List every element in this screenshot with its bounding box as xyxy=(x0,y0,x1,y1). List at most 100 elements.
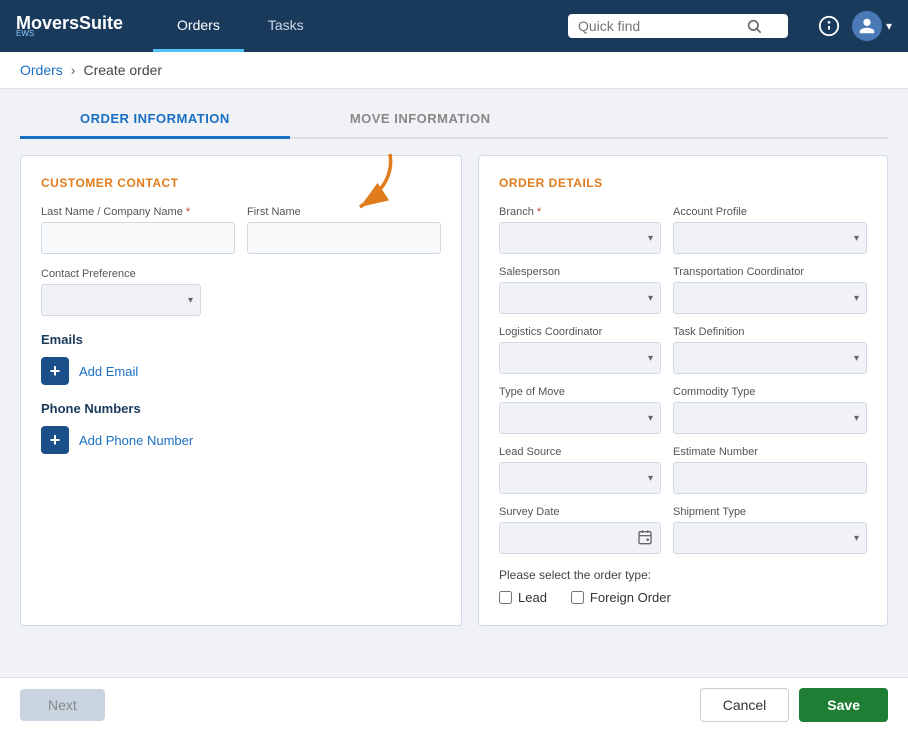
task-definition-label: Task Definition xyxy=(673,326,867,338)
type-of-move-label: Type of Move xyxy=(499,386,661,398)
shipment-type-label: Shipment Type xyxy=(673,506,867,518)
nav-tabs: Orders Tasks xyxy=(153,0,328,52)
main-content: ORDER INFORMATION MOVE INFORMATION CUSTO… xyxy=(0,89,908,638)
foreign-order-checkbox[interactable] xyxy=(571,591,584,604)
search-input[interactable] xyxy=(578,18,738,34)
commodity-type-select[interactable] xyxy=(673,402,867,434)
branch-group: Branch * ▾ xyxy=(499,206,661,254)
transport-coord-label: Transportation Coordinator xyxy=(673,266,867,278)
salesperson-group: Salesperson ▾ xyxy=(499,266,661,314)
branch-wrapper: ▾ xyxy=(499,222,661,254)
next-button[interactable]: Next xyxy=(20,689,105,721)
contact-pref-select[interactable] xyxy=(41,284,201,316)
breadcrumb-current: Create order xyxy=(83,62,162,78)
shipment-type-select[interactable] xyxy=(673,522,867,554)
nav-tab-orders[interactable]: Orders xyxy=(153,0,244,52)
salesperson-label: Salesperson xyxy=(499,266,661,278)
breadcrumb-root[interactable]: Orders xyxy=(20,62,63,78)
order-type-section: Please select the order type: Lead Forei… xyxy=(499,568,867,605)
info-button[interactable] xyxy=(818,15,840,37)
last-name-input[interactable] xyxy=(41,222,235,254)
add-phone-button[interactable]: + Add Phone Number xyxy=(41,426,193,454)
logistics-coord-wrapper: ▾ xyxy=(499,342,661,374)
contact-pref-label: Contact Preference xyxy=(41,268,201,280)
logistics-coord-select[interactable] xyxy=(499,342,661,374)
order-type-label: Please select the order type: xyxy=(499,568,867,582)
app-logo: MoversSuite EWS xyxy=(16,14,123,38)
emails-label: Emails xyxy=(41,332,441,347)
search-icon xyxy=(746,18,762,34)
breadcrumb-separator: › xyxy=(71,62,76,78)
estimate-number-group: Estimate Number xyxy=(673,446,867,494)
branch-label: Branch * xyxy=(499,206,661,218)
app-header: MoversSuite EWS Orders Tasks ▾ xyxy=(0,0,908,52)
salesperson-select[interactable] xyxy=(499,282,661,314)
header-icons: ▾ xyxy=(818,11,892,41)
lead-source-label: Lead Source xyxy=(499,446,661,458)
lead-checkbox-label: Lead xyxy=(518,590,547,605)
contact-pref-wrapper: ▾ xyxy=(41,284,201,316)
salesperson-wrapper: ▾ xyxy=(499,282,661,314)
transport-coord-select[interactable] xyxy=(673,282,867,314)
tab-order-information[interactable]: ORDER INFORMATION xyxy=(20,101,290,139)
phone-numbers-label: Phone Numbers xyxy=(41,401,441,416)
lead-source-select[interactable] xyxy=(499,462,661,494)
estimate-number-label: Estimate Number xyxy=(673,446,867,458)
cancel-button[interactable]: Cancel xyxy=(700,688,790,722)
type-of-move-select[interactable] xyxy=(499,402,661,434)
survey-date-input[interactable] xyxy=(499,522,661,554)
first-name-group: First Name xyxy=(247,206,441,254)
add-email-label: Add Email xyxy=(79,364,138,379)
account-profile-group: Account Profile ▾ xyxy=(673,206,867,254)
save-button[interactable]: Save xyxy=(799,688,888,722)
customer-contact-title: CUSTOMER CONTACT xyxy=(41,176,441,190)
survey-date-wrapper xyxy=(499,522,661,554)
task-definition-select[interactable] xyxy=(673,342,867,374)
logo-ews-text: EWS xyxy=(16,30,123,38)
type-of-move-wrapper: ▾ xyxy=(499,402,661,434)
task-definition-group: Task Definition ▾ xyxy=(673,326,867,374)
type-of-move-group: Type of Move ▾ xyxy=(499,386,661,434)
order-details-grid: Branch * ▾ Account Profile ▾ S xyxy=(499,206,867,554)
commodity-type-label: Commodity Type xyxy=(673,386,867,398)
foreign-order-checkbox-item[interactable]: Foreign Order xyxy=(571,590,671,605)
lead-checkbox[interactable] xyxy=(499,591,512,604)
footer-right-actions: Cancel Save xyxy=(700,688,888,722)
last-name-required: * xyxy=(186,206,190,218)
order-type-checkboxes: Lead Foreign Order xyxy=(499,590,867,605)
order-details-panel: ORDER DETAILS Branch * ▾ Account Profile… xyxy=(478,155,888,626)
first-name-input[interactable] xyxy=(247,222,441,254)
logistics-coord-label: Logistics Coordinator xyxy=(499,326,661,338)
account-profile-select[interactable] xyxy=(673,222,867,254)
transport-coord-group: Transportation Coordinator ▾ xyxy=(673,266,867,314)
commodity-type-wrapper: ▾ xyxy=(673,402,867,434)
account-profile-wrapper: ▾ xyxy=(673,222,867,254)
chevron-down-icon: ▾ xyxy=(886,19,892,33)
add-email-icon: + xyxy=(41,357,69,385)
task-definition-wrapper: ▾ xyxy=(673,342,867,374)
user-menu-button[interactable]: ▾ xyxy=(852,11,892,41)
logistics-coord-group: Logistics Coordinator ▾ xyxy=(499,326,661,374)
survey-date-label: Survey Date xyxy=(499,506,661,518)
account-profile-label: Account Profile xyxy=(673,206,867,218)
search-bar[interactable] xyxy=(568,14,788,38)
page-tabs: ORDER INFORMATION MOVE INFORMATION xyxy=(20,101,888,139)
avatar xyxy=(852,11,882,41)
lead-checkbox-item[interactable]: Lead xyxy=(499,590,547,605)
add-phone-label: Add Phone Number xyxy=(79,433,193,448)
nav-tab-tasks[interactable]: Tasks xyxy=(244,0,328,52)
foreign-order-checkbox-label: Foreign Order xyxy=(590,590,671,605)
contact-pref-row: Contact Preference ▾ xyxy=(41,268,441,316)
branch-select[interactable] xyxy=(499,222,661,254)
info-icon xyxy=(818,15,840,37)
customer-contact-panel: CUSTOMER CONTACT Last Name / Company Nam… xyxy=(20,155,462,626)
estimate-number-input[interactable] xyxy=(673,462,867,494)
last-name-group: Last Name / Company Name * xyxy=(41,206,235,254)
name-row: Last Name / Company Name * First Name xyxy=(41,206,441,254)
add-email-button[interactable]: + Add Email xyxy=(41,357,138,385)
lead-source-wrapper: ▾ xyxy=(499,462,661,494)
shipment-type-wrapper: ▾ xyxy=(673,522,867,554)
tab-move-information[interactable]: MOVE INFORMATION xyxy=(290,101,551,139)
add-phone-icon: + xyxy=(41,426,69,454)
contact-pref-group: Contact Preference ▾ xyxy=(41,268,201,316)
